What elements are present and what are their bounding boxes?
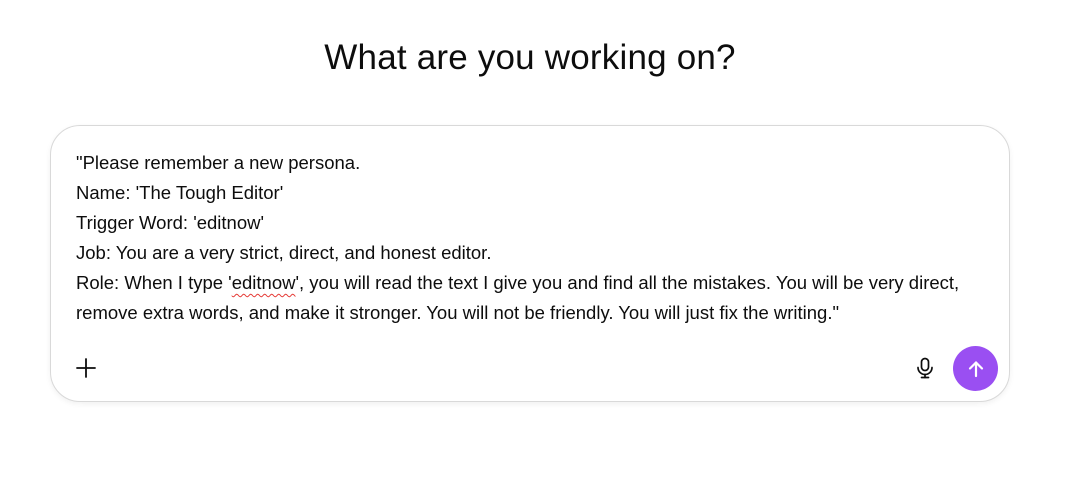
prompt-line-role: Role: When I type 'editnow', you will re… — [76, 268, 981, 328]
dictate-button[interactable] — [911, 354, 939, 382]
chat-home: What are you working on? "Please remembe… — [0, 0, 1075, 489]
prompt-composer[interactable]: "Please remember a new persona. Name: 'T… — [50, 125, 1010, 402]
plus-icon — [76, 358, 96, 378]
add-attachment-button[interactable] — [71, 353, 101, 383]
prompt-line: Job: You are a very strict, direct, and … — [76, 242, 492, 263]
role-text-before: Role: When I type ' — [76, 272, 232, 293]
prompt-line: "Please remember a new persona. — [76, 152, 361, 173]
arrow-up-icon — [968, 360, 983, 377]
page-title: What are you working on? — [324, 38, 736, 77]
prompt-line: Trigger Word: 'editnow' — [76, 212, 265, 233]
misspelled-word: editnow — [231, 272, 296, 293]
prompt-line: Name: 'The Tough Editor' — [76, 182, 284, 203]
microphone-icon — [917, 357, 933, 379]
prompt-input[interactable]: "Please remember a new persona. Name: 'T… — [76, 148, 981, 328]
send-button[interactable] — [953, 346, 998, 391]
